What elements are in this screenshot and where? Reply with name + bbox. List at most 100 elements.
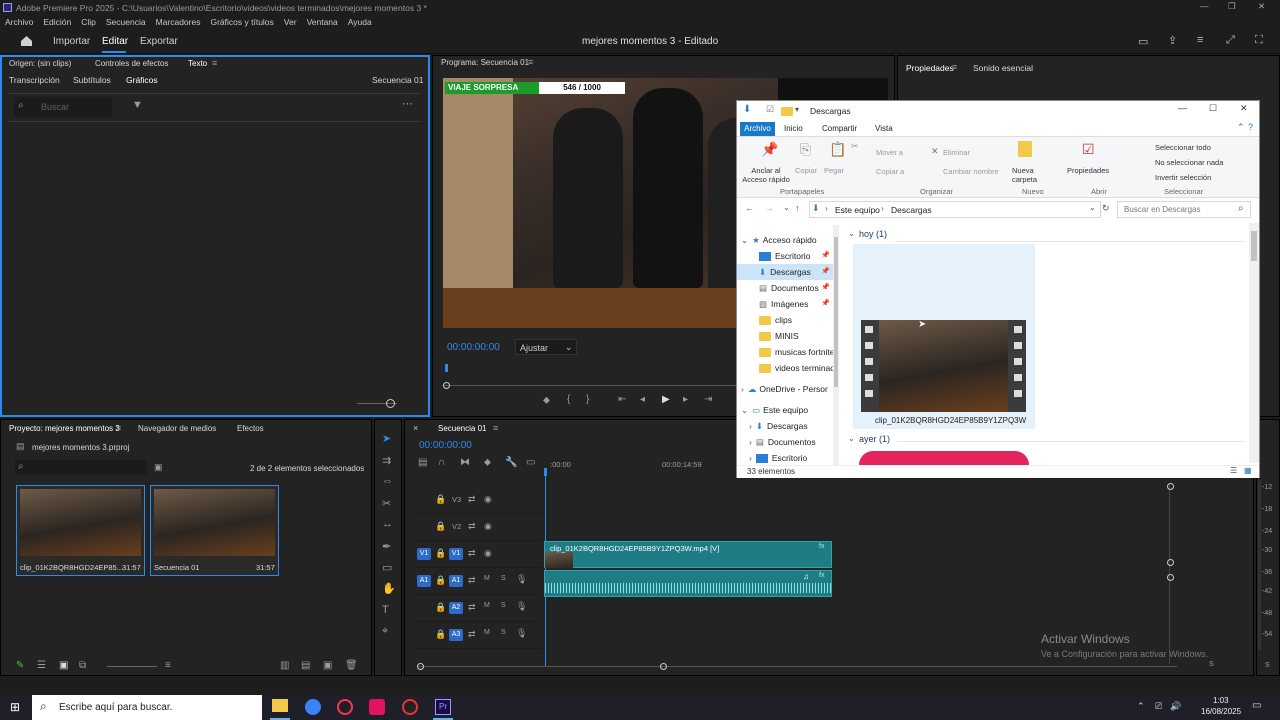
file-item-thumbnail[interactable] (859, 451, 1029, 465)
tree-pc-escritorio[interactable]: › Escritorio (737, 450, 837, 464)
maximize-icon[interactable]: ❐ (1228, 1, 1236, 12)
network-icon[interactable]: ⎚ (1155, 701, 1162, 712)
tree-imagenes[interactable]: ▨ Imágenes 📌 (737, 296, 837, 312)
tab-importar[interactable]: Importar (53, 36, 90, 47)
marker-icon[interactable]: ⬥ (543, 395, 550, 406)
filter-icon[interactable]: ▼ (132, 99, 143, 111)
premiere-taskbar-icon[interactable]: Pr (435, 699, 451, 715)
taskbar-search-input[interactable]: ⌕ Escribe aquí para buscar. (32, 695, 262, 720)
icon-view-icon[interactable]: ▣ (59, 660, 68, 671)
menu-graficos[interactable]: Gráficos y títulos (210, 17, 273, 27)
lock-icon[interactable]: 🔒 (435, 602, 446, 613)
panel-menu-icon[interactable]: ≡ (528, 57, 533, 67)
source-patch-a1[interactable]: A1 (417, 575, 431, 587)
horizontal-scrollbar[interactable] (417, 666, 1177, 667)
freeform-view-icon[interactable]: ⧉ (79, 660, 86, 671)
track-label[interactable]: A3 (449, 629, 463, 641)
panel-menu-icon[interactable]: ≡ (212, 58, 217, 68)
rename-button[interactable]: Cambiar nombre (943, 167, 999, 176)
tab-controles-efectos[interactable]: Controles de efectos (95, 59, 168, 68)
forward-icon[interactable]: → (765, 203, 774, 213)
copy-to-button[interactable]: Copiar a (876, 167, 904, 176)
scroll-handle[interactable] (1167, 483, 1174, 490)
tree-quick-access[interactable]: ⌄ ★ Acceso rápido (737, 232, 837, 248)
pin-icon[interactable]: 📌 (761, 141, 778, 158)
app-icon[interactable] (337, 699, 353, 715)
go-to-in-icon[interactable]: ⇤ (618, 394, 626, 405)
fullscreen-icon[interactable]: ⛶ (1255, 34, 1263, 47)
back-icon[interactable]: ← (745, 203, 754, 213)
new-item-icon[interactable]: ▣ (323, 660, 332, 671)
collapse-ribbon-icon[interactable]: ⌃ (1237, 122, 1245, 133)
source-patch-v1[interactable]: V1 (417, 548, 431, 560)
insert-overwrite-icon[interactable]: ▤ (418, 457, 427, 468)
ribbon-tab-vista[interactable]: Vista (875, 124, 893, 133)
slip-icon[interactable]: ↔ (382, 518, 393, 530)
tree-clips[interactable]: clips (737, 312, 837, 328)
content-scrollbar-thumb[interactable] (1251, 231, 1257, 261)
nav-scrollbar-thumb[interactable] (834, 237, 838, 387)
panel-icon[interactable]: ▭ (1138, 35, 1148, 48)
scrub-bar[interactable] (443, 385, 743, 386)
tab-efectos[interactable]: Efectos (237, 424, 264, 433)
sync-icon[interactable]: ⇄ (468, 575, 476, 586)
ribbon-tab-inicio[interactable]: Inicio (784, 124, 803, 133)
solo-button[interactable]: S (501, 575, 506, 582)
select-all-button[interactable]: Seleccionar todo (1155, 143, 1211, 152)
project-search-input[interactable]: ⌕ (15, 460, 147, 475)
panel-menu-icon[interactable]: ≡ (952, 62, 957, 72)
timeline-timecode[interactable]: 00:00:00:00 (419, 440, 472, 451)
notifications-icon[interactable]: ▭ (1252, 700, 1261, 711)
new-bin-icon[interactable]: ▣ (154, 462, 163, 473)
mic-icon[interactable]: 🎙 (516, 601, 527, 612)
close-icon[interactable]: ✕ (1258, 1, 1265, 12)
chevron-down-icon[interactable]: ⌄ (848, 229, 855, 238)
pin-label[interactable]: Anclar al Acceso rápido (741, 166, 791, 184)
mic-icon[interactable]: 🎙 (516, 628, 527, 639)
audio-clip[interactable]: ♫ fx (544, 570, 832, 597)
out-point-icon[interactable]: } (586, 394, 589, 405)
tab-graficos[interactable]: Gráficos (126, 75, 158, 85)
tree-onedrive[interactable]: › ☁ OneDrive - Persor (737, 376, 837, 402)
new-folder-label[interactable]: Nueva carpeta (1012, 166, 1042, 184)
paste-label[interactable]: Pegar (824, 166, 844, 175)
more-icon[interactable]: ⋯ (402, 97, 413, 110)
lock-icon[interactable]: 🔒 (435, 629, 446, 640)
tree-pc-descargas[interactable]: › ⬇ Descargas (737, 418, 837, 434)
menu-archivo[interactable]: Archivo (5, 17, 33, 27)
ribbon-tab-compartir[interactable]: Compartir (822, 124, 857, 133)
tab-navegador-medios[interactable]: Navegador de medios (138, 424, 216, 433)
program-timecode[interactable]: 00:00:00:00 (447, 342, 500, 353)
sync-icon[interactable]: ⇄ (468, 494, 476, 505)
tray-chevron-icon[interactable]: ⌃ (1137, 701, 1145, 712)
snap-icon[interactable]: ∩ (438, 457, 445, 468)
mic-icon[interactable]: 🎙 (516, 574, 527, 585)
tab-texto[interactable]: Texto (188, 59, 207, 68)
solo-button[interactable]: S (501, 602, 506, 609)
app-icon[interactable] (369, 699, 385, 715)
explorer-search-input[interactable]: Buscar en Descargas ⌕ (1117, 201, 1251, 218)
tree-documentos[interactable]: ▤ Documentos 📌 (737, 280, 837, 296)
tab-exportar[interactable]: Exportar (140, 36, 178, 47)
help-icon[interactable]: ? (1248, 122, 1253, 132)
tree-videos[interactable]: videos terminad (737, 360, 837, 376)
maximize-icon[interactable]: ☐ (1209, 103, 1217, 114)
pencil-icon[interactable]: ✎ (16, 660, 24, 671)
chevron-down-icon[interactable]: ⌄ (848, 434, 855, 443)
track-label[interactable]: A2 (449, 602, 463, 614)
eye-icon[interactable]: ◉ (484, 548, 492, 559)
solo-button[interactable]: S (1209, 661, 1214, 668)
selection-tool-icon[interactable]: ➤ (382, 432, 391, 445)
volume-icon[interactable]: 🔊 (1170, 701, 1181, 712)
project-item[interactable]: Secuencia 01 31:57 (150, 485, 279, 576)
minimize-icon[interactable]: — (1200, 1, 1209, 11)
tab-editar[interactable]: Editar (102, 36, 128, 47)
panel-menu-icon[interactable]: ≡ (116, 423, 121, 433)
tree-escritorio[interactable]: Escritorio 📌 (737, 248, 837, 264)
chevron-down-icon[interactable]: ⌄ (1089, 203, 1096, 212)
tab-origen[interactable]: Origen: (sin clips) (9, 59, 71, 68)
tab-transcripcion[interactable]: Transcripción (9, 75, 60, 85)
copy-icon[interactable]: ⎘ (800, 141, 811, 158)
go-to-out-icon[interactable]: ⇥ (704, 394, 712, 405)
video-clip[interactable]: clip_01K2BQR8HGD24EP85B9Y1ZPQ3W.mp4 [V] … (544, 541, 832, 568)
